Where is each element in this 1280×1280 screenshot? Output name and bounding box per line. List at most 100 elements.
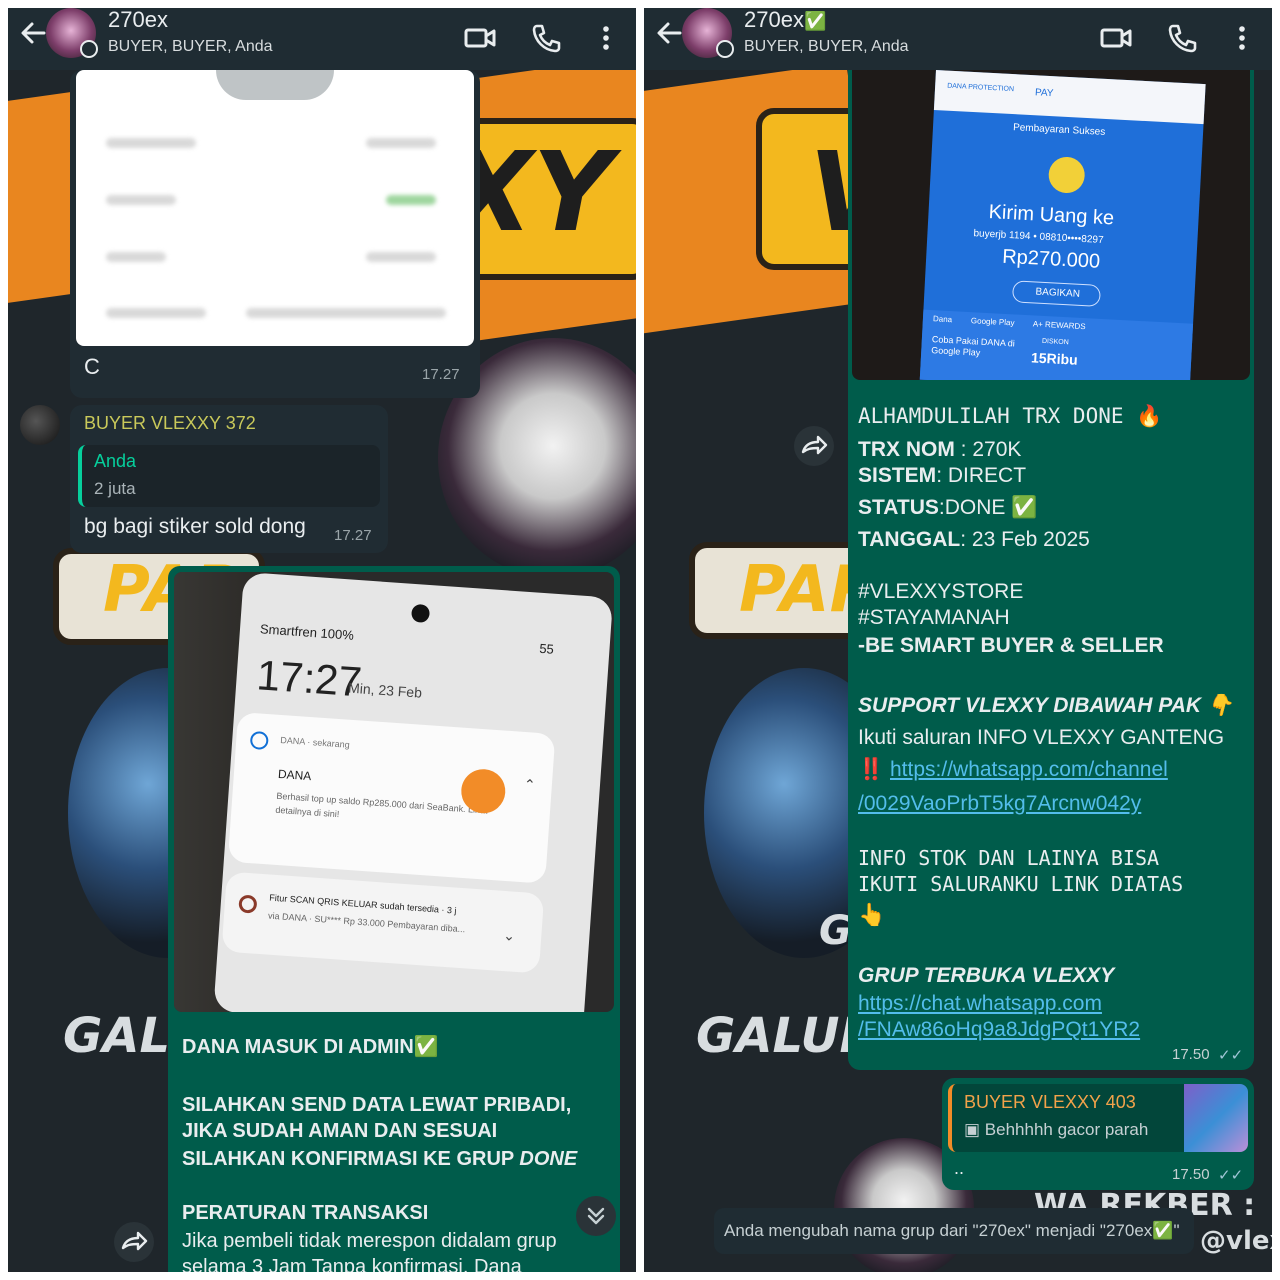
group-link[interactable]: https://chat.whatsapp.com xyxy=(858,992,1102,1016)
quoted-image-thumbnail xyxy=(1184,1084,1248,1152)
channel-link[interactable]: /0029VaoPrbT5kg7Arcnw042y xyxy=(858,792,1141,816)
message-time: 17.50 xyxy=(1172,1046,1210,1063)
video-call-icon[interactable] xyxy=(462,20,498,56)
notification-title: DANA xyxy=(277,766,312,784)
phone-carrier: Smartfren 100% xyxy=(259,621,355,643)
check-emoji-icon: ✅ xyxy=(1152,1221,1174,1240)
message-text: C xyxy=(84,354,100,379)
notification-card[interactable]: Fitur SCAN QRIS KELUAR sudah tersedia · … xyxy=(221,871,545,974)
receipt-amount: Rp270.000 xyxy=(1001,245,1101,273)
more-options-icon[interactable] xyxy=(588,20,624,56)
chat-screenshot-right: V PAR G GALUH WA REKBER : 628 @vlex 270e… xyxy=(644,8,1272,1272)
chevron-up-icon[interactable]: ⌃ xyxy=(523,776,536,794)
notification-card[interactable]: DANA · sekarang DANA Berhasil top up sal… xyxy=(227,711,556,884)
message-line: SUPPORT VLEXXY DIBAWAH PAK 👇 xyxy=(858,694,1234,717)
double-exclamation-icon: ‼️ xyxy=(858,758,885,781)
message-line: selama 3 Jam Tanpa konfirmasi, Dana xyxy=(182,1256,522,1272)
message-time: 17.27 xyxy=(422,366,460,383)
message-line: #VLEXXYSTORE xyxy=(858,580,1024,603)
voice-call-icon[interactable] xyxy=(1164,20,1200,56)
receipt-recipient: buyerjb 1194 • 08810••••8297 xyxy=(973,228,1104,246)
chat-title[interactable]: 270ex✅ xyxy=(744,8,826,33)
voice-call-icon[interactable] xyxy=(528,20,564,56)
sender-name[interactable]: BUYER VLEXXY 372 xyxy=(84,413,256,434)
channel-link[interactable]: https://whatsapp.com/channel xyxy=(890,758,1168,781)
check-emoji-icon: ✅ xyxy=(803,11,827,31)
fire-emoji-icon: 🔥 xyxy=(1136,404,1163,428)
read-ticks-icon: ✓✓ xyxy=(1218,1167,1244,1184)
phone-screenshot-image[interactable]: Smartfren 100% 55 17:27 Min, 23 Feb DANA… xyxy=(174,572,614,1012)
message-line: #STAYAMANAH xyxy=(858,606,1010,629)
message-line: SILAHKAN KONFIRMASI KE GRUP DONE xyxy=(182,1148,578,1170)
message-text: bg bagi stiker sold dong xyxy=(84,515,306,538)
message-line: IKUTI SALURANKU LINK DIATAS xyxy=(858,872,1184,896)
receipt-title: Kirim Uang ke xyxy=(988,200,1115,230)
quoted-author: Anda xyxy=(94,451,137,471)
message-line: INFO STOK DAN LAINYA BISA xyxy=(858,846,1160,870)
message-line: STATUS:DONE ✅ xyxy=(858,496,1038,519)
phone-battery: 55 xyxy=(538,640,555,657)
more-options-icon[interactable] xyxy=(1224,20,1260,56)
wallpaper-word: @vlex xyxy=(1200,1226,1272,1256)
group-link[interactable]: /FNAw86oHq9a8JdgPQt1YR2 xyxy=(858,1018,1140,1042)
message-bubble-incoming[interactable]: BUYER VLEXXY 372 Anda 2 juta bg bagi sti… xyxy=(70,405,388,553)
disappearing-timer-icon xyxy=(716,40,734,58)
receipt-status: Pembayaran Sukses xyxy=(1012,122,1106,138)
message-bubble-outgoing[interactable]: BUYER VLEXXY 403 ▣ Behhhhh gacor parah .… xyxy=(942,1078,1254,1190)
message-line: DANA MASUK DI ADMIN✅ xyxy=(182,1036,439,1058)
point-down-emoji-icon: 👇 xyxy=(1206,694,1234,717)
chevron-down-icon[interactable]: ⌄ xyxy=(503,927,516,945)
chat-header: 270ex✅ BUYER, BUYER, Anda xyxy=(644,8,1272,70)
blurred-receipt-image[interactable] xyxy=(76,70,474,346)
disappearing-timer-icon xyxy=(80,40,98,58)
message-bubble-outgoing[interactable]: DANA PROTECTION PAY Pembayaran Sukses Ki… xyxy=(848,70,1254,1070)
chat-title[interactable]: 270ex xyxy=(108,8,168,32)
chat-participants[interactable]: BUYER, BUYER, Anda xyxy=(744,38,909,56)
quoted-message[interactable]: Anda 2 juta xyxy=(78,445,380,507)
message-line: Jika pembeli tidak merespon didalam grup xyxy=(182,1230,557,1252)
chat-header: 270ex BUYER, BUYER, Anda xyxy=(8,8,636,70)
message-line: ALHAMDULILAH TRX DONE 🔥 xyxy=(858,404,1163,428)
chat-screenshot-left: XY PAR GALU 270ex BUYER, BUYER, Anda xyxy=(8,8,636,1272)
payment-receipt-image[interactable]: DANA PROTECTION PAY Pembayaran Sukses Ki… xyxy=(852,70,1250,380)
phone-clock: 17:27 xyxy=(255,651,364,706)
message-line: JIKA SUDAH AMAN DAN SESUAI xyxy=(182,1120,498,1142)
read-ticks-icon: ✓✓ xyxy=(1218,1047,1244,1064)
notification-app: DANA · sekarang xyxy=(280,734,351,750)
share-button[interactable]: BAGIKAN xyxy=(1011,280,1101,307)
message-line: Ikuti saluran INFO VLEXXY GANTENG xyxy=(858,726,1225,749)
forward-button[interactable] xyxy=(114,1222,154,1262)
wallpaper-word: G xyxy=(819,908,852,954)
back-arrow-icon[interactable] xyxy=(654,18,684,48)
quoted-message[interactable]: BUYER VLEXXY 403 ▣ Behhhhh gacor parah xyxy=(948,1084,1248,1152)
receipt-brand: PAY xyxy=(1034,87,1054,100)
video-call-icon[interactable] xyxy=(1098,20,1134,56)
message-line: ‼️ https://whatsapp.com/channel xyxy=(858,758,1168,782)
forward-button[interactable] xyxy=(794,426,834,466)
message-bubble-outgoing[interactable]: Smartfren 100% 55 17:27 Min, 23 Feb DANA… xyxy=(168,566,620,1272)
check-emoji-icon: ✅ xyxy=(413,1036,439,1058)
scroll-down-button[interactable] xyxy=(576,1196,616,1236)
message-text: .. xyxy=(954,1158,965,1178)
back-arrow-icon[interactable] xyxy=(18,18,48,48)
quoted-text: ▣ Behhhhh gacor parah xyxy=(964,1120,1149,1139)
sender-avatar[interactable] xyxy=(20,405,60,445)
message-line: TRX NOM : 270K xyxy=(858,438,1022,461)
point-up-emoji-icon: 👆 xyxy=(858,902,886,927)
message-time: 17.27 xyxy=(334,527,372,544)
check-emoji-icon: ✅ xyxy=(1011,496,1038,519)
quoted-author: BUYER VLEXXY 403 xyxy=(964,1092,1136,1112)
message-line: -BE SMART BUYER & SELLER xyxy=(858,634,1164,657)
image-icon: ▣ xyxy=(964,1120,985,1139)
message-line: SISTEM: DIRECT xyxy=(858,464,1027,487)
message-time: 17.50 xyxy=(1172,1166,1210,1183)
message-line: GRUP TERBUKA VLEXXY xyxy=(858,964,1115,987)
quoted-text: 2 juta xyxy=(94,479,136,498)
double-chevron-down-icon xyxy=(587,1207,605,1225)
message-line: PERATURAN TRANSAKSI xyxy=(182,1202,429,1224)
message-bubble-incoming[interactable]: C 17.27 xyxy=(70,70,480,398)
success-badge-icon xyxy=(1047,156,1086,194)
system-message: Anda mengubah nama grup dari "270ex" men… xyxy=(714,1208,1194,1254)
chat-participants[interactable]: BUYER, BUYER, Anda xyxy=(108,38,273,56)
message-line: TANGGAL: 23 Feb 2025 xyxy=(858,528,1090,551)
